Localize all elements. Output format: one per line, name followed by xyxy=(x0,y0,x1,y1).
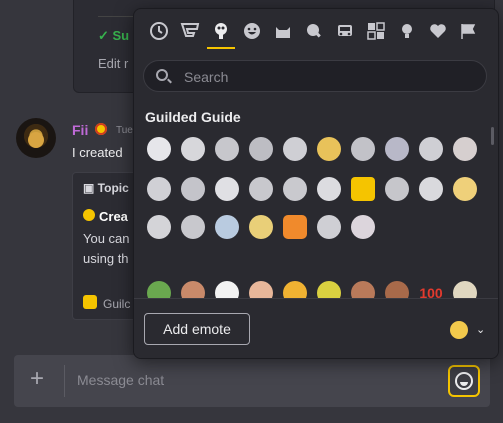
guilded-logo-emote[interactable] xyxy=(349,175,377,203)
emote[interactable] xyxy=(383,135,411,163)
embed-title-text: Topic xyxy=(97,181,129,195)
emote[interactable] xyxy=(213,135,241,163)
composer-divider xyxy=(64,365,65,397)
scrollbar[interactable] xyxy=(491,127,494,145)
guilded-icon[interactable] xyxy=(180,21,200,41)
emote[interactable] xyxy=(315,175,343,203)
smile-icon xyxy=(455,372,473,390)
divider xyxy=(98,16,138,17)
search-field[interactable] xyxy=(143,60,487,92)
emote[interactable] xyxy=(417,135,445,163)
search-icon xyxy=(156,69,168,81)
message-input[interactable]: Message chat xyxy=(77,372,164,388)
embed-heading: Crea xyxy=(99,209,128,224)
heart-icon[interactable] xyxy=(428,21,448,41)
emote[interactable] xyxy=(213,213,241,241)
avatar[interactable] xyxy=(16,118,56,158)
embed-footer: Guilc xyxy=(103,297,131,311)
section-title: Guilded Guide xyxy=(145,109,241,125)
emote[interactable] xyxy=(417,175,445,203)
category-tabs xyxy=(134,9,498,53)
emote[interactable] xyxy=(281,175,309,203)
message-time: Tue xyxy=(116,125,133,136)
food-icon[interactable] xyxy=(304,21,324,41)
picker-footer: Add emote ⌄ xyxy=(134,298,498,358)
badge-icon xyxy=(95,123,107,135)
new-emote[interactable] xyxy=(281,213,309,241)
message-composer: + Message chat xyxy=(14,355,490,407)
bulb-icon[interactable] xyxy=(397,21,417,41)
emote[interactable] xyxy=(247,135,275,163)
emote[interactable] xyxy=(247,175,275,203)
emote[interactable] xyxy=(349,213,377,241)
emote[interactable] xyxy=(179,135,207,163)
emote[interactable] xyxy=(281,135,309,163)
edit-text[interactable]: Edit r xyxy=(98,56,128,71)
clock-icon[interactable] xyxy=(149,21,169,41)
emote[interactable] xyxy=(145,135,173,163)
emote[interactable] xyxy=(247,213,275,241)
add-emote-button[interactable]: Add emote xyxy=(144,313,250,345)
success-text: ✓ Su xyxy=(98,28,130,43)
cat-icon[interactable] xyxy=(273,21,293,41)
emote[interactable] xyxy=(349,135,377,163)
embed-title: ▣ Topic xyxy=(83,181,129,195)
emote[interactable] xyxy=(315,135,343,163)
emote[interactable] xyxy=(383,175,411,203)
embed-body-line: using th xyxy=(83,251,129,266)
message-text: I created xyxy=(72,145,123,160)
rock-hand-icon[interactable] xyxy=(450,321,468,339)
embed-body-line: You can xyxy=(83,231,130,246)
emote[interactable] xyxy=(145,213,173,241)
guilded-icon xyxy=(83,295,97,309)
mushroom-cloud-icon[interactable] xyxy=(207,21,235,49)
car-icon[interactable] xyxy=(335,21,355,41)
plus-icon[interactable]: + xyxy=(30,367,44,391)
embed-heading-icon xyxy=(83,209,95,221)
smiley-icon[interactable] xyxy=(242,21,262,41)
emote[interactable] xyxy=(315,213,343,241)
emote[interactable] xyxy=(179,213,207,241)
emote[interactable] xyxy=(145,175,173,203)
emoji-button[interactable] xyxy=(448,365,480,397)
flag-icon[interactable] xyxy=(459,21,479,41)
dice-icon[interactable] xyxy=(366,21,386,41)
emote[interactable] xyxy=(179,175,207,203)
emote[interactable] xyxy=(213,175,241,203)
search-input[interactable] xyxy=(182,66,476,88)
chevron-down-icon[interactable]: ⌄ xyxy=(476,323,485,336)
message-author[interactable]: Fii xyxy=(72,122,88,138)
emoji-picker: Guilded Guide xyxy=(133,8,499,359)
emote[interactable] xyxy=(451,135,479,163)
emote[interactable] xyxy=(451,175,479,203)
